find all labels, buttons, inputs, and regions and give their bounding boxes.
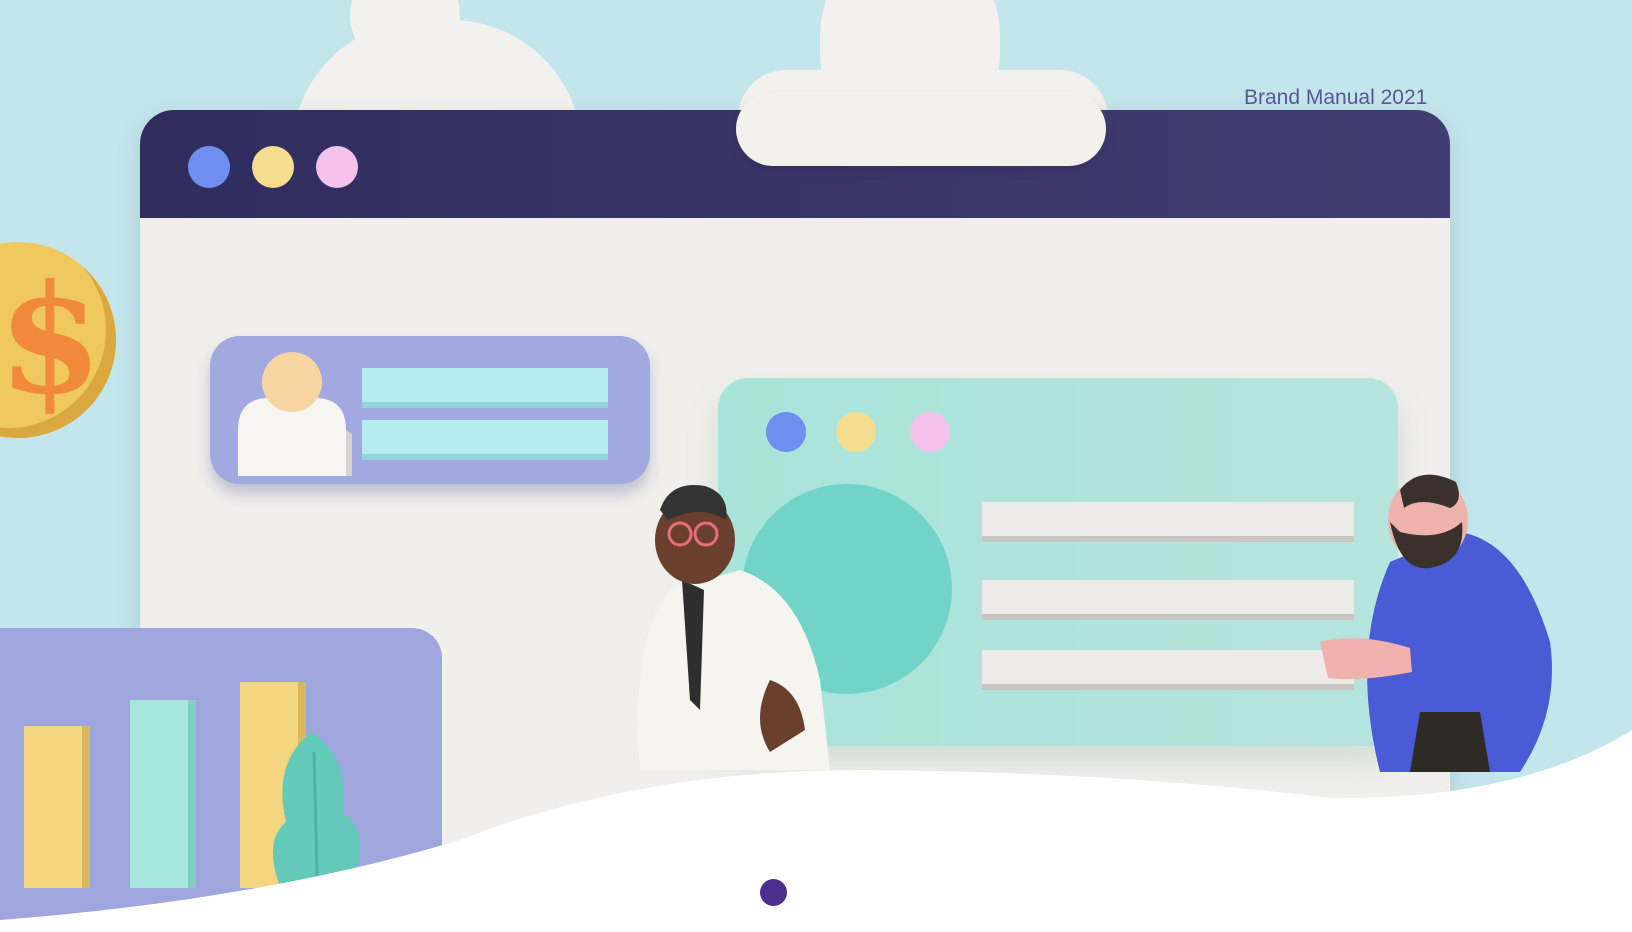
hero-illustration: $ Brand Manual 2021 — [0, 0, 1632, 932]
page-indicator-dot[interactable] — [760, 879, 787, 906]
brand-manual-label: Brand Manual 2021 — [1244, 86, 1428, 109]
bottom-wave — [0, 730, 1632, 932]
